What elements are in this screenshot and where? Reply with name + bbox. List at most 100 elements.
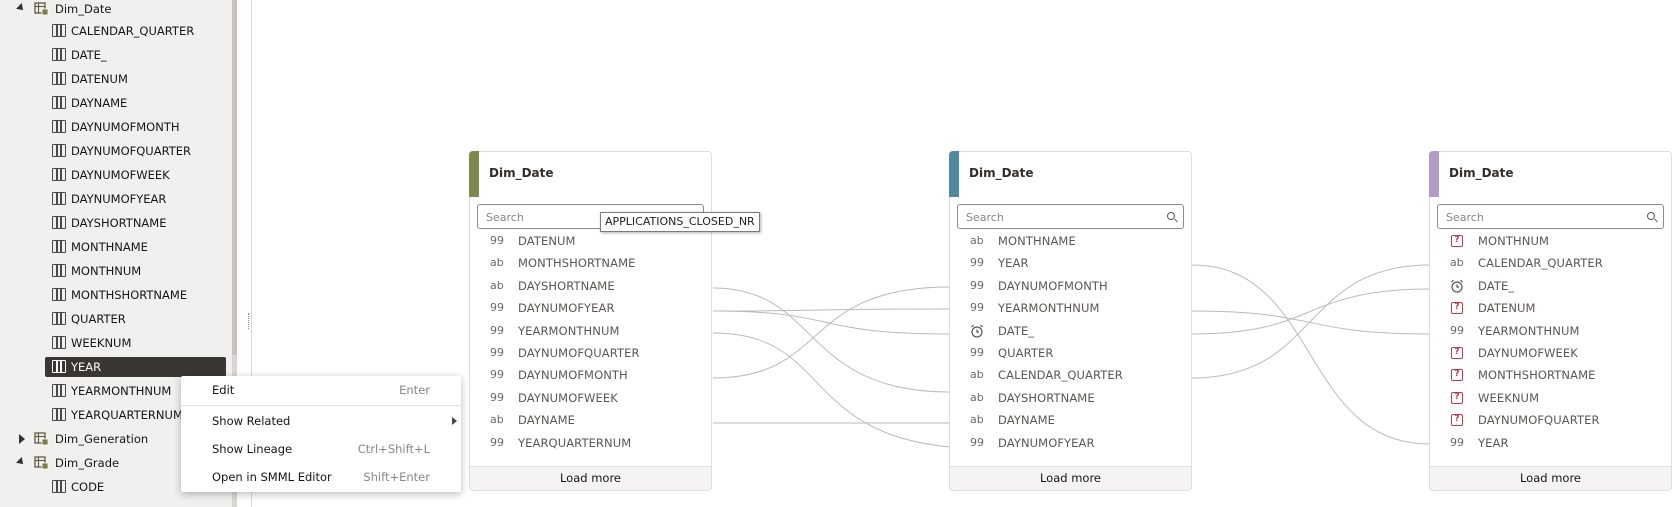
search-placeholder: Search [966, 211, 1004, 224]
card-field-row[interactable]: ab CALENDAR_QUARTER [950, 364, 1193, 386]
card-field-row[interactable]: ? DAYNUMOFQUARTER [1430, 409, 1673, 431]
tree-node-label: QUARTER [71, 312, 126, 326]
tree-node-label: YEARMONTHNUM [71, 384, 172, 398]
field-name: CALENDAR_QUARTER [998, 368, 1123, 383]
card-field-row[interactable]: 99 YEARMONTHNUM [470, 320, 713, 342]
card-field-row[interactable]: ? DAYNUMOFWEEK [1430, 342, 1673, 364]
table-card[interactable]: Dim_Date Search 99 DATENUM ab MONTHSHORTNAME a… [469, 151, 712, 491]
panel-resize-grip[interactable] [248, 313, 250, 329]
column-icon [52, 168, 66, 181]
search-icon[interactable] [1167, 212, 1175, 220]
card-field-row[interactable]: 99 YEARQUARTERNUM [470, 432, 713, 454]
card-field-row[interactable]: 99 DAYNUMOFQUARTER [470, 342, 713, 364]
tree-column-node[interactable]: CALENDAR_QUARTER [0, 20, 232, 42]
field-name: DATE_ [1478, 278, 1515, 293]
card-field-row[interactable]: DATE_ [950, 320, 1193, 342]
table-card[interactable]: Dim_Date Search? MONTHNUM ab CALENDAR_QUARTE… [1429, 151, 1672, 491]
card-field-row[interactable]: 99 YEARMONTHNUM [950, 297, 1193, 319]
expanded-caret-icon[interactable] [16, 457, 26, 467]
menu-item-show-related[interactable]: Show Related [181, 409, 461, 433]
card-field-row[interactable]: 99 YEAR [950, 252, 1193, 274]
card-field-row[interactable]: 99 QUARTER [950, 342, 1193, 364]
text-type-icon: ab [970, 390, 984, 404]
number-type-icon: 99 [970, 435, 984, 449]
number-type-icon: 99 [490, 390, 504, 404]
card-field-row[interactable]: ? DATENUM [1430, 297, 1673, 319]
tree-column-node[interactable]: QUARTER [0, 308, 232, 330]
card-field-row[interactable]: ? MONTHSHORTNAME [1430, 364, 1673, 386]
tree-node-label: DATE_ [71, 48, 107, 62]
field-name: MONTHSHORTNAME [1478, 368, 1596, 383]
tree-column-node[interactable]: DAYNUMOFYEAR [0, 188, 232, 210]
card-field-row[interactable]: 99 DAYNUMOFMONTH [470, 364, 713, 386]
tree-column-node[interactable]: DATE_ [0, 44, 232, 66]
card-field-row[interactable]: 99 DAYNUMOFYEAR [470, 297, 713, 319]
menu-item-show-lineage[interactable]: Show Lineage Ctrl+Shift+L [181, 437, 461, 461]
column-tooltip: APPLICATIONS_CLOSED_NR [600, 212, 760, 232]
unknown-type-icon: ? [1451, 369, 1463, 382]
collapsed-caret-icon[interactable] [19, 434, 25, 444]
field-name: YEARMONTHNUM [998, 301, 1100, 316]
tree-scrollbar-thumb[interactable] [232, 0, 237, 355]
card-field-row[interactable]: 99 DAYNUMOFMONTH [950, 275, 1193, 297]
tree-node-label: DAYNUMOFYEAR [71, 192, 167, 206]
card-field-row[interactable]: 99 YEARMONTHNUM [1430, 320, 1673, 342]
tree-column-node[interactable]: DAYNUMOFQUARTER [0, 140, 232, 162]
card-field-row[interactable]: ab DAYSHORTNAME [470, 275, 713, 297]
load-more-button[interactable]: Load more [470, 466, 711, 490]
tree-column-node[interactable]: DAYSHORTNAME [0, 212, 232, 234]
field-name: DAYNUMOFYEAR [518, 301, 615, 316]
tree-column-node[interactable]: WEEKNUM [0, 332, 232, 354]
load-more-button[interactable]: Load more [1430, 466, 1671, 490]
card-field-row[interactable]: DATE_ [1430, 275, 1673, 297]
menu-item-open-smml-editor[interactable]: Open in SMML Editor Shift+Enter [181, 465, 461, 489]
expanded-caret-icon[interactable] [16, 3, 26, 13]
card-field-row[interactable]: ab DAYNAME [950, 409, 1193, 431]
datetime-type-icon [971, 324, 983, 338]
card-field-row[interactable]: ab MONTHSHORTNAME [470, 252, 713, 274]
card-field-row[interactable]: 99 YEAR [1430, 432, 1673, 454]
number-type-icon: 99 [490, 368, 504, 382]
tree-table-node[interactable]: Dim_Date [0, 0, 232, 20]
unknown-type-icon: ? [1451, 302, 1463, 315]
text-type-icon: ab [490, 278, 504, 292]
field-name: DAYNUMOFWEEK [518, 390, 618, 405]
card-field-row[interactable]: ab DAYSHORTNAME [950, 387, 1193, 409]
tree-column-node[interactable]: DATENUM [0, 68, 232, 90]
field-name: YEARQUARTERNUM [518, 435, 632, 450]
tree-column-node[interactable]: MONTHSHORTNAME [0, 284, 232, 306]
menu-item-label: Edit [212, 383, 235, 397]
column-icon [52, 192, 66, 205]
unknown-type-icon: ? [1451, 347, 1463, 359]
search-icon[interactable] [1647, 212, 1655, 220]
card-field-row[interactable]: ab DAYNAME [470, 409, 713, 431]
tree-column-node[interactable]: YEAR [0, 356, 232, 378]
column-icon [52, 48, 66, 61]
card-field-row[interactable]: 99 DAYNUMOFYEAR [950, 432, 1193, 454]
tree-column-node[interactable]: DAYNAME [0, 92, 232, 114]
column-icon [52, 264, 66, 277]
card-field-row[interactable]: ? MONTHNUM [1430, 230, 1673, 252]
card-field-row[interactable]: 99 DATENUM [470, 230, 713, 252]
number-type-icon: 99 [490, 234, 504, 247]
card-field-row[interactable]: ? WEEKNUM [1430, 387, 1673, 409]
card-search-input[interactable]: Search [957, 204, 1184, 229]
unknown-type-icon: ? [1451, 235, 1463, 247]
menu-item-edit[interactable]: Edit Enter [181, 378, 461, 402]
column-icon [52, 96, 66, 109]
tree-column-node[interactable]: MONTHNAME [0, 236, 232, 258]
load-more-button[interactable]: Load more [950, 466, 1191, 490]
card-field-row[interactable]: ab CALENDAR_QUARTER [1430, 252, 1673, 274]
tree-column-node[interactable]: DAYNUMOFWEEK [0, 164, 232, 186]
tree-node-label: DATENUM [71, 72, 128, 86]
table-card[interactable]: Dim_Date Search ab MONTHNAME 99 YEAR 99 DAYNUMO… [949, 151, 1192, 491]
card-search-input[interactable]: Search [1437, 204, 1664, 229]
tree-column-node[interactable]: MONTHNUM [0, 260, 232, 282]
card-field-row[interactable]: ab MONTHNAME [950, 230, 1193, 252]
card-field-row[interactable]: 99 DAYNUMOFWEEK [470, 387, 713, 409]
unknown-type-icon: ? [1451, 414, 1463, 427]
context-menu: Edit Enter Show Related Show Lineage Ctr… [181, 376, 461, 492]
tree-column-node[interactable]: DAYNUMOFMONTH [0, 116, 232, 138]
dimension-table-icon [34, 432, 49, 446]
number-type-icon: 99 [1450, 323, 1464, 337]
